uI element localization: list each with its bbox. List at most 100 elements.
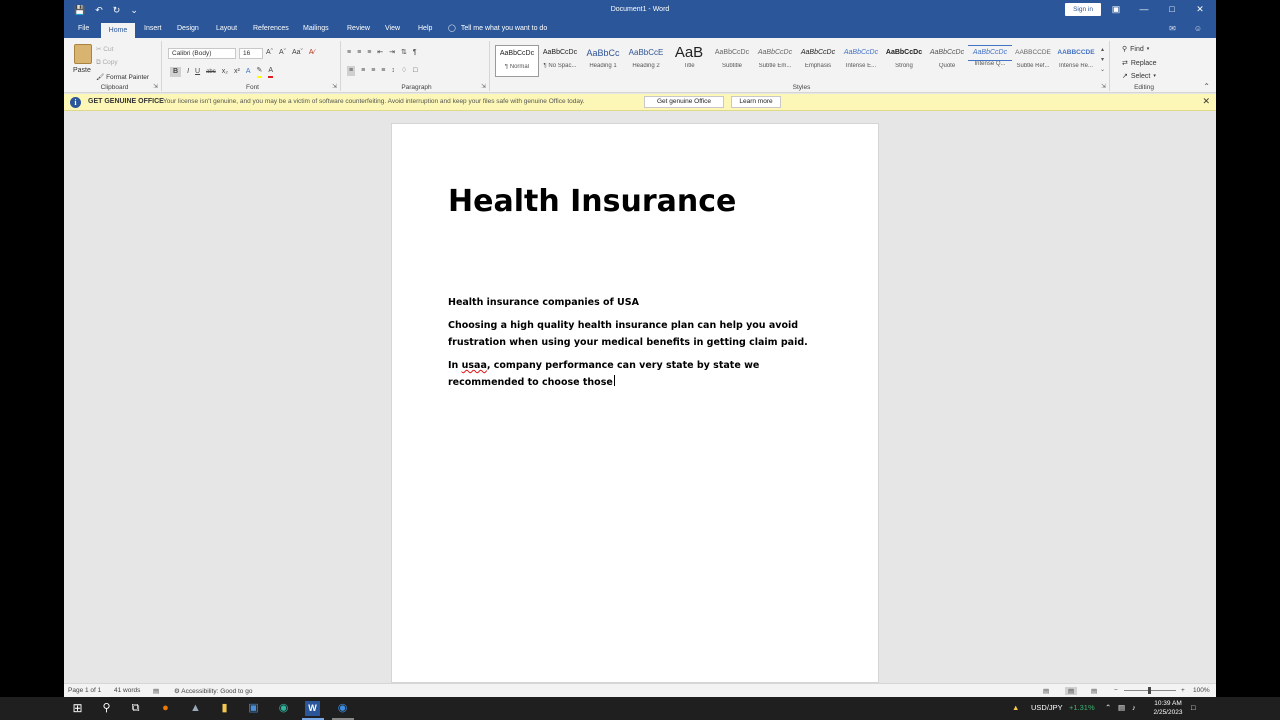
- comments-icon[interactable]: ✉: [1169, 24, 1176, 33]
- word-icon[interactable]: W: [305, 701, 320, 716]
- font-color-icon[interactable]: A: [268, 66, 274, 78]
- style-intense-emphasis[interactable]: AaBbCcDc Intense E...: [839, 45, 883, 77]
- increase-indent-icon[interactable]: ⇥: [389, 48, 395, 58]
- print-layout-icon[interactable]: ▤: [1065, 687, 1078, 695]
- sign-in-button[interactable]: Sign in: [1065, 3, 1101, 16]
- stock-widget-icon[interactable]: ▲: [1012, 703, 1019, 712]
- read-mode-icon[interactable]: ▤: [1043, 687, 1049, 695]
- line-spacing-icon[interactable]: ↕: [391, 66, 395, 76]
- paragraph-launcher-icon[interactable]: ⇲: [481, 83, 486, 90]
- misspelled-word[interactable]: usaa: [462, 360, 487, 371]
- style-subtle-reference[interactable]: AABBCCDE Subtle Ref...: [1011, 45, 1055, 77]
- app-icon[interactable]: ▲: [188, 701, 203, 716]
- notifications-icon[interactable]: □: [1191, 703, 1196, 712]
- file-explorer-icon[interactable]: ▮: [217, 701, 232, 716]
- style-normal[interactable]: AaBbCcDc ¶ Normal: [495, 45, 539, 77]
- align-left-icon[interactable]: ≡: [347, 66, 356, 76]
- paste-button[interactable]: Paste: [73, 67, 91, 74]
- style-title[interactable]: AaB Title: [667, 45, 711, 77]
- paste-icon[interactable]: [74, 44, 92, 64]
- volume-icon[interactable]: ♪: [1132, 703, 1136, 712]
- share-icon[interactable]: ☺: [1194, 24, 1202, 33]
- show-hidden-icons-icon[interactable]: ⌃: [1105, 703, 1111, 712]
- highlight-icon[interactable]: ✎: [256, 66, 263, 78]
- style-subtitle[interactable]: AaBbCcDc Subtitle: [710, 45, 754, 77]
- text-effects-icon[interactable]: A: [246, 67, 251, 77]
- tab-design[interactable]: Design: [173, 23, 203, 38]
- italic-icon[interactable]: I: [187, 67, 189, 77]
- numbering-icon[interactable]: ≡: [357, 48, 361, 58]
- style-heading-1[interactable]: AaBbCc Heading 1: [581, 45, 625, 77]
- style-quote[interactable]: AaBbCcDc Quote: [925, 45, 969, 77]
- close-icon[interactable]: ✕: [1194, 2, 1206, 17]
- tab-view[interactable]: View: [381, 23, 404, 38]
- minimize-icon[interactable]: —: [1138, 2, 1150, 17]
- change-case-icon[interactable]: Aaˇ: [292, 48, 303, 58]
- get-genuine-office-button[interactable]: Get genuine Office: [644, 96, 724, 108]
- zoom-level[interactable]: 100%: [1193, 687, 1210, 694]
- styles-scroll-arrows[interactable]: ▴ ▾ ⌄: [1098, 45, 1107, 77]
- edge-icon[interactable]: ◉: [276, 701, 291, 716]
- style-subtle-emphasis[interactable]: AaBbCcDc Subtle Em...: [753, 45, 797, 77]
- tab-mailings[interactable]: Mailings: [299, 23, 333, 38]
- app-circle-icon[interactable]: ◉: [335, 701, 350, 716]
- accessibility-status[interactable]: ⚙ Accessibility: Good to go: [174, 687, 252, 695]
- search-icon[interactable]: ⚲: [99, 701, 114, 716]
- clipboard-launcher-icon[interactable]: ⇲: [153, 83, 158, 90]
- windows-start-icon[interactable]: ⊞: [70, 701, 85, 716]
- style-no-spacing[interactable]: AaBbCcDc ¶ No Spac...: [538, 45, 582, 77]
- bold-icon[interactable]: B: [170, 67, 182, 77]
- tab-references[interactable]: References: [249, 23, 293, 38]
- copy-button[interactable]: ⧉ Copy: [96, 59, 118, 67]
- replace-button[interactable]: ⇄ Replace: [1122, 59, 1157, 68]
- clear-formatting-icon[interactable]: A∕: [309, 48, 315, 58]
- format-painter-button[interactable]: 🖌 Format Painter: [96, 73, 149, 81]
- font-size-box[interactable]: 16: [239, 48, 263, 59]
- justify-icon[interactable]: ≡: [381, 66, 385, 76]
- shrink-font-icon[interactable]: Aˇ: [279, 48, 286, 58]
- tab-home[interactable]: Home: [101, 23, 135, 38]
- clock[interactable]: 10:39 AM 2/25/2023: [1147, 699, 1189, 717]
- style-strong[interactable]: AaBbCcDc Strong: [882, 45, 926, 77]
- borders-icon[interactable]: □: [413, 66, 417, 76]
- align-right-icon[interactable]: ≡: [371, 66, 375, 76]
- font-launcher-icon[interactable]: ⇲: [332, 83, 337, 90]
- ticker-label[interactable]: USD/JPY: [1031, 703, 1063, 712]
- decrease-indent-icon[interactable]: ⇤: [377, 48, 383, 58]
- tab-help[interactable]: Help: [414, 23, 436, 38]
- zoom-slider-thumb[interactable]: [1148, 687, 1151, 694]
- find-button[interactable]: ⚲ Find ▾: [1122, 45, 1149, 54]
- subscript-icon[interactable]: x₂: [222, 67, 228, 77]
- zoom-in-icon[interactable]: +: [1181, 687, 1185, 694]
- close-icon[interactable]: ✕: [1202, 96, 1210, 107]
- style-emphasis[interactable]: AaBbCcDc Emphasis: [796, 45, 840, 77]
- page-count[interactable]: Page 1 of 1: [68, 687, 101, 694]
- multilevel-list-icon[interactable]: ≡: [367, 48, 371, 58]
- ribbon-display-options-icon[interactable]: ▣: [1110, 2, 1122, 17]
- task-view-icon[interactable]: ⧉: [128, 701, 143, 716]
- document-page[interactable]: Health Insurance Health insurance compan…: [391, 123, 879, 683]
- web-layout-icon[interactable]: ▤: [1091, 687, 1097, 695]
- learn-more-button[interactable]: Learn more: [731, 96, 781, 108]
- tell-me-search[interactable]: ◯ Tell me what you want to do: [448, 24, 547, 33]
- font-name-box[interactable]: Calibri (Body): [168, 48, 236, 59]
- app-window-icon[interactable]: ▣: [246, 701, 261, 716]
- firefox-icon[interactable]: ●: [158, 701, 173, 716]
- strikethrough-icon[interactable]: abc: [206, 67, 216, 77]
- select-button[interactable]: ↗ Select ▾: [1122, 72, 1156, 81]
- sort-icon[interactable]: ⇅: [401, 48, 407, 58]
- tab-file[interactable]: File: [74, 23, 93, 38]
- tab-layout[interactable]: Layout: [212, 23, 241, 38]
- cut-button[interactable]: ✂ Cut: [96, 45, 113, 53]
- proofing-icon[interactable]: ▤: [153, 687, 159, 695]
- tab-review[interactable]: Review: [343, 23, 374, 38]
- collapse-ribbon-icon[interactable]: ⌃: [1203, 82, 1210, 91]
- maximize-icon[interactable]: □: [1166, 2, 1178, 17]
- grow-font-icon[interactable]: Aˆ: [266, 48, 273, 58]
- zoom-out-icon[interactable]: −: [1114, 687, 1118, 694]
- bullets-icon[interactable]: ≡: [347, 48, 351, 58]
- tab-insert[interactable]: Insert: [140, 23, 166, 38]
- shading-icon[interactable]: ♢: [401, 66, 407, 76]
- show-marks-icon[interactable]: ¶: [413, 48, 417, 58]
- styles-launcher-icon[interactable]: ⇲: [1101, 83, 1106, 90]
